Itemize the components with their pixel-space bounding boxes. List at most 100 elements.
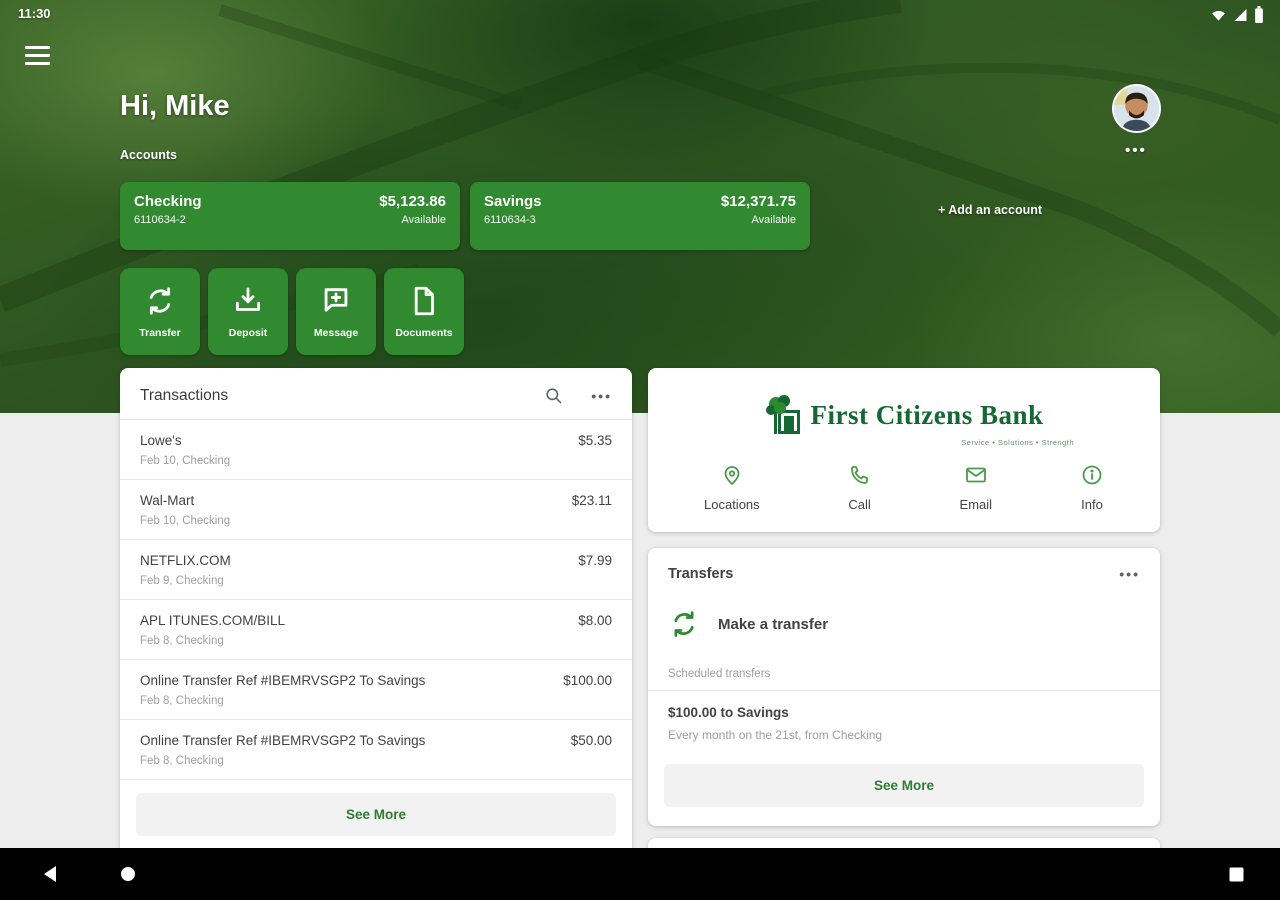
transaction-info: Online Transfer Ref #IBEMRVSGP2 To Savin… — [140, 673, 425, 707]
page-title: Hi, Mike — [120, 90, 230, 122]
header-overflow-icon[interactable]: ••• — [1125, 142, 1147, 159]
accounts-section-label: Accounts — [120, 148, 177, 162]
transactions-title: Transactions — [140, 386, 229, 404]
quick-action-label: Message — [313, 327, 359, 339]
transactions-overflow-icon[interactable]: ••• — [591, 388, 612, 404]
bank-action-label: Locations — [704, 497, 760, 512]
deposit-icon — [235, 287, 261, 311]
transactions-card: Transactions ••• Lowe's Feb 10, Checking… — [120, 368, 632, 870]
email-icon — [965, 467, 986, 483]
transaction-amount: $8.00 — [578, 613, 612, 628]
bank-logo: First Citizens Bank — [648, 368, 1160, 436]
transaction-row[interactable]: APL ITUNES.COM/BILL Feb 8, Checking $8.0… — [120, 600, 632, 660]
account-card-checking[interactable]: Checking 6110634-2 $5,123.86 Available — [120, 182, 460, 250]
avatar[interactable] — [1112, 84, 1161, 133]
documents-icon — [414, 286, 434, 316]
account-name: Savings — [484, 193, 542, 210]
transaction-merchant: Lowe's — [140, 433, 182, 448]
quick-actions-row: Transfer Deposit Message Documents — [120, 268, 464, 355]
location-pin-icon — [724, 466, 740, 485]
locations-button[interactable]: Locations — [704, 463, 760, 512]
signal-icon — [1234, 8, 1247, 21]
transaction-merchant: Online Transfer Ref #IBEMRVSGP2 To Savin… — [140, 733, 426, 748]
add-account-button[interactable]: + Add an account — [870, 203, 1110, 217]
bank-action-label: Call — [848, 497, 871, 512]
transaction-detail: Feb 8, Checking — [140, 755, 224, 767]
transaction-detail: Feb 9, Checking — [140, 575, 224, 587]
transaction-row[interactable]: Online Transfer Ref #IBEMRVSGP2 To Savin… — [120, 720, 632, 780]
transactions-see-more-button[interactable]: See More — [136, 793, 616, 836]
phone-icon — [850, 466, 868, 484]
recents-icon[interactable] — [1212, 848, 1260, 900]
deposit-button[interactable]: Deposit — [208, 268, 288, 355]
transaction-amount: $100.00 — [563, 673, 612, 688]
email-button[interactable]: Email — [959, 463, 993, 512]
transaction-info: NETFLIX.COM Feb 9, Checking — [140, 553, 231, 587]
transaction-detail: Feb 10, Checking — [140, 515, 231, 527]
transaction-amount: $7.99 — [578, 553, 612, 568]
wifi-icon — [1212, 10, 1225, 21]
transaction-row[interactable]: Lowe's Feb 10, Checking $5.35 — [120, 420, 632, 480]
transaction-row[interactable]: Online Transfer Ref #IBEMRVSGP2 To Savin… — [120, 660, 632, 720]
account-info: Savings 6110634-3 — [484, 193, 542, 239]
quick-action-label: Deposit — [228, 327, 268, 339]
bank-tagline: Service • Solutions • Strength — [961, 438, 1074, 447]
account-balance-block: $12,371.75 Available — [721, 193, 796, 239]
transaction-detail: Feb 10, Checking — [140, 455, 231, 467]
transfers-overflow-icon[interactable]: ••• — [1119, 566, 1140, 582]
account-balance-block: $5,123.86 Available — [379, 193, 446, 239]
transaction-info: Lowe's Feb 10, Checking — [140, 433, 230, 467]
account-info: Checking 6110634-2 — [134, 193, 202, 239]
status-bar-icons — [1210, 6, 1264, 23]
transaction-info: Wal-Mart Feb 10, Checking — [140, 493, 230, 527]
info-icon — [1082, 465, 1102, 485]
make-transfer-label: Make a transfer — [718, 615, 829, 633]
transaction-amount: $5.35 — [578, 433, 612, 448]
transaction-merchant: Wal-Mart — [140, 493, 195, 508]
account-balance-label: Available — [401, 214, 446, 226]
transaction-info: Online Transfer Ref #IBEMRVSGP2 To Savin… — [140, 733, 425, 767]
transfers-title: Transfers — [668, 566, 734, 582]
scheduled-transfer-row[interactable]: $100.00 to Savings Every month on the 21… — [648, 691, 1160, 742]
status-bar-time: 11:30 — [18, 6, 51, 21]
transaction-detail: Feb 8, Checking — [140, 695, 224, 707]
transaction-amount: $50.00 — [570, 733, 612, 748]
search-icon[interactable] — [544, 386, 563, 405]
bank-actions-row: Locations Call Email Info — [648, 447, 1160, 512]
bank-logo-text: First Citizens Bank — [810, 399, 1044, 430]
bank-action-label: Info — [1081, 497, 1103, 512]
avatar-photo — [1114, 86, 1159, 131]
transaction-row[interactable]: NETFLIX.COM Feb 9, Checking $7.99 — [120, 540, 632, 600]
quick-action-label: Transfer — [139, 327, 181, 339]
transaction-row[interactable]: Wal-Mart Feb 10, Checking $23.11 — [120, 480, 632, 540]
android-navigation-bar — [0, 848, 1280, 900]
bank-action-label: Email — [959, 497, 993, 512]
back-icon[interactable] — [26, 848, 74, 900]
message-icon — [324, 288, 348, 312]
make-transfer-button[interactable]: Make a transfer — [648, 582, 1160, 640]
message-button[interactable]: Message — [296, 268, 376, 355]
transaction-detail: Feb 8, Checking — [140, 635, 224, 647]
bank-card: First Citizens Bank Service • Solutions … — [648, 368, 1160, 532]
transfer-icon — [674, 611, 694, 637]
home-icon[interactable] — [104, 848, 152, 900]
transaction-merchant: NETFLIX.COM — [140, 553, 231, 568]
battery-icon — [1255, 6, 1263, 23]
account-balance: $5,123.86 — [379, 193, 446, 210]
account-number: 6110634-2 — [134, 214, 186, 226]
account-name: Checking — [134, 193, 202, 210]
account-balance: $12,371.75 — [720, 193, 796, 210]
bank-tree-logo-icon — [766, 395, 801, 434]
app-screen: 11:30 Hi, Mike Accounts ••• Checking 611… — [0, 0, 1280, 900]
transfers-see-more-button[interactable]: See More — [664, 764, 1144, 807]
transactions-header: Transactions ••• — [120, 368, 632, 420]
info-button[interactable]: Info — [1080, 463, 1104, 512]
account-balance-label: Available — [751, 214, 796, 226]
documents-button[interactable]: Documents — [384, 268, 464, 355]
account-card-savings[interactable]: Savings 6110634-3 $12,371.75 Available — [470, 182, 810, 250]
transfer-button[interactable]: Transfer — [120, 268, 200, 355]
call-button[interactable]: Call — [848, 463, 872, 512]
transfer-icon — [149, 287, 171, 315]
quick-action-label: Documents — [395, 327, 453, 339]
menu-icon[interactable] — [25, 46, 50, 65]
